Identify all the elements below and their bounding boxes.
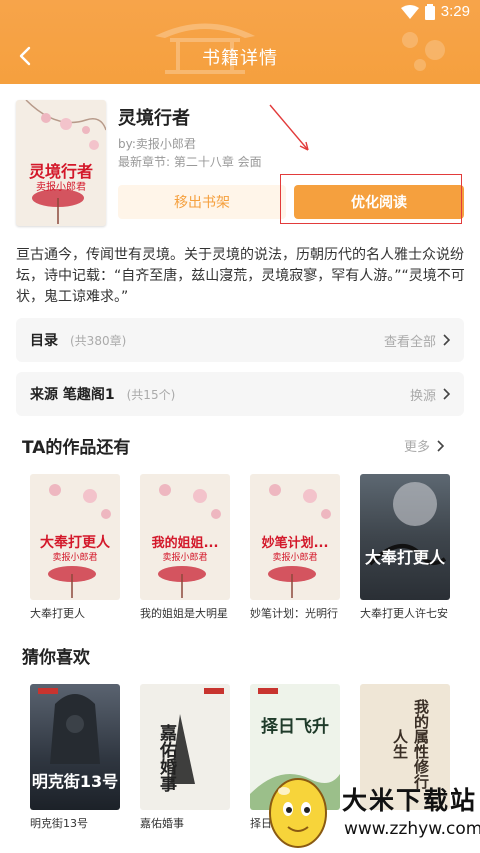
author-work-item[interactable]: 大奉打更人 卖报小郎君 大奉打更人	[30, 474, 120, 621]
cover-title: 明克街13号	[31, 772, 119, 791]
book-cover[interactable]: 灵境行者 卖报小郎君	[16, 100, 106, 226]
recommend-item[interactable]: 明克街13号 明克街13号	[30, 684, 120, 831]
page-title: 书籍详情	[202, 48, 278, 69]
site-watermark: 大米下载站 www.zzhyw.com	[260, 763, 480, 853]
status-bar: 3:29	[0, 0, 480, 26]
source-row[interactable]: 来源 笔趣阁1 (共15个) 换源	[16, 372, 464, 416]
app-header: 3:29 书籍详情	[0, 0, 480, 84]
recommend-title: 猜你喜欢	[22, 648, 90, 668]
book-cover: 大奉打更人	[360, 474, 450, 600]
egg-mascot-logo-icon	[269, 778, 327, 848]
latest-chapter[interactable]: 最新章节: 第二十八章 会面	[118, 153, 262, 170]
source-label: 来源 笔趣阁1	[30, 387, 115, 403]
remove-from-shelf-button[interactable]: 移出书架	[118, 185, 286, 219]
book-author: by:卖报小郎君	[118, 137, 196, 151]
watermark-url: www.zzhyw.com	[344, 819, 480, 839]
toc-row[interactable]: 目录 (共380章) 查看全部	[16, 318, 464, 362]
book-caption: 大奉打更人	[30, 607, 85, 620]
change-source: 换源	[409, 388, 436, 404]
annotation-arrow-icon	[269, 104, 309, 151]
author-work-item[interactable]: 大奉打更人 大奉打更人许七安	[360, 474, 450, 621]
wifi-icon	[400, 4, 419, 19]
cover-title: 嘉佑婚事	[156, 724, 176, 792]
status-time: 3:29	[440, 3, 470, 20]
author-work-item[interactable]: 妙笔计划... 卖报小郎君 妙笔计划：光明行	[250, 474, 340, 621]
chevron-right-icon	[437, 439, 444, 452]
author-works-more[interactable]: 更多	[404, 436, 444, 455]
book-cover: 嘉佑婚事	[140, 684, 230, 810]
cover-title: 大奉打更人	[40, 535, 110, 551]
toc-view-all: 查看全部	[383, 334, 436, 350]
book-intro: 亘古通今，传闻世有灵境。关于灵境的说法，历朝历代的名人雅士众说纷坛，诗中记载：“…	[16, 247, 465, 305]
toc-count: (共380章)	[70, 333, 127, 348]
cover-author: 卖报小郎君	[36, 182, 86, 193]
cover-title: 大奉打更人	[364, 548, 445, 567]
chevron-right-icon	[443, 334, 450, 346]
recommend-item[interactable]: 嘉佑婚事 嘉佑婚事	[140, 684, 230, 831]
cover-author: 卖报小郎君	[272, 553, 318, 563]
book-cover: 我的姐姐... 卖报小郎君	[140, 474, 230, 600]
author-works-list: 大奉打更人 卖报小郎君 大奉打更人 我的姐姐... 卖报小郎君 我的姐姐是大明星…	[30, 474, 460, 621]
book-caption: 妙笔计划：光明行	[250, 607, 338, 620]
book-caption: 大奉打更人许七安	[360, 607, 448, 620]
book-title: 灵境行者	[118, 108, 190, 129]
watermark-name: 大米下载站	[342, 786, 478, 815]
source-count: (共15个)	[126, 387, 176, 402]
book-caption: 我的姐姐是大明星	[140, 607, 228, 620]
book-cover: 大奉打更人 卖报小郎君	[30, 474, 120, 600]
annotation-highlight-box	[280, 174, 462, 224]
battery-icon	[424, 3, 435, 20]
cover-title: 择日飞升	[261, 717, 329, 737]
cover-title: 妙笔计划...	[261, 536, 329, 551]
cover-author: 卖报小郎君	[52, 553, 98, 563]
chevron-right-icon	[443, 388, 450, 400]
cover-author: 卖报小郎君	[162, 553, 208, 563]
cover-title: 我的姐姐...	[151, 536, 219, 551]
more-label: 更多	[403, 440, 430, 455]
author-works-title: TA的作品还有	[22, 438, 131, 458]
book-caption: 明克街13号	[30, 817, 88, 830]
toc-label: 目录	[30, 333, 58, 349]
book-cover: 明克街13号	[30, 684, 120, 810]
author-work-item[interactable]: 我的姐姐... 卖报小郎君 我的姐姐是大明星	[140, 474, 230, 621]
book-cover: 妙笔计划... 卖报小郎君	[250, 474, 340, 600]
book-caption: 嘉佑婚事	[140, 817, 184, 830]
